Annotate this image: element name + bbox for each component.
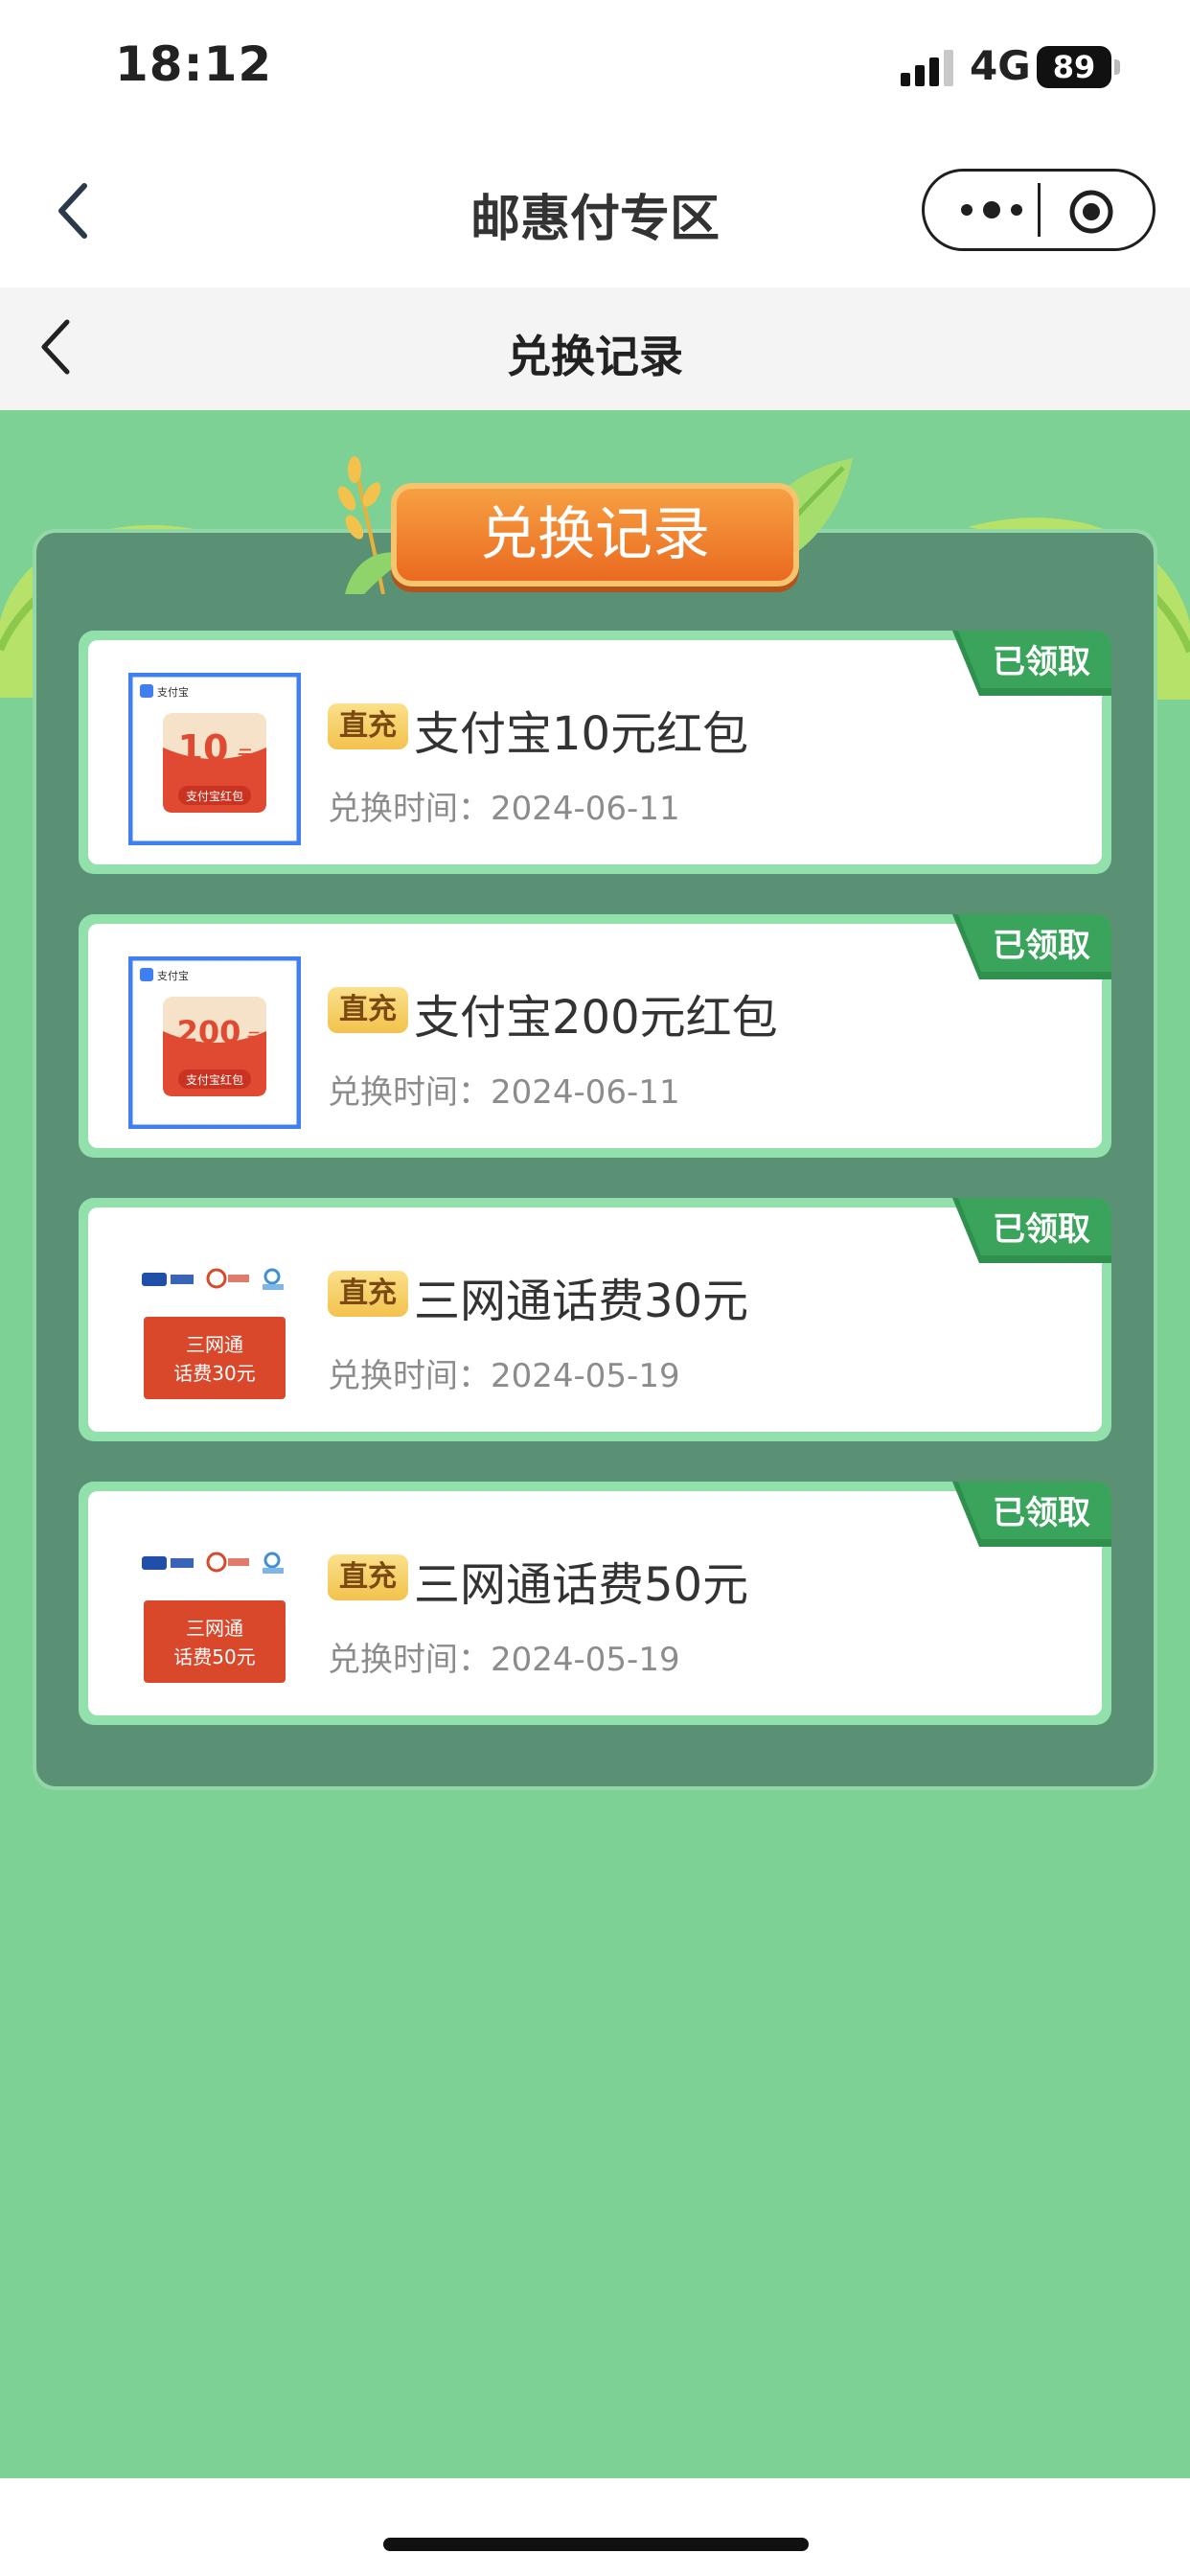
card-body: 三网通 话费50元 直充 三网通话费50元 兑换时间：2024-05-19 — [88, 1491, 1102, 1715]
capsule-divider — [1038, 183, 1041, 237]
thumb-line-1: 三网通 — [186, 1617, 243, 1640]
card-body: 支付宝 200 元 支付宝红包 直充 支付宝200元红包 兑换时间：2024-0… — [88, 924, 1102, 1148]
record-card[interactable]: 三网通 话费50元 直充 三网通话费50元 兑换时间：2024-05-19 已领… — [79, 1482, 1111, 1725]
record-time: 兑换时间：2024-05-19 — [328, 1641, 680, 1679]
card-body: 支付宝 10 元 支付宝红包 直充 支付宝10元红包 兑换时间：2024-06-… — [88, 640, 1102, 864]
page-title: 兑换记录 — [507, 331, 683, 382]
thumb-line-2: 话费50元 — [173, 1645, 255, 1668]
capsule-menu — [922, 169, 1156, 251]
status-label: 已领取 — [993, 1494, 1090, 1532]
thumb-brand: 支付宝 — [157, 685, 189, 699]
thumb-unit: 元 — [247, 1031, 261, 1046]
close-circle-icon[interactable] — [1068, 189, 1114, 235]
battery-icon: 89 — [1037, 46, 1111, 88]
battery-cap — [1114, 59, 1120, 75]
page-header: 兑换记录 — [0, 288, 1190, 410]
thumb-caption: 支付宝红包 — [186, 1072, 243, 1087]
record-time: 兑换时间：2024-06-11 — [328, 1073, 680, 1112]
status-bar: 18:12 4G 89 — [0, 0, 1190, 134]
home-indicator-area — [0, 2478, 1190, 2576]
thumb-line-1: 三网通 — [186, 1333, 243, 1356]
nav-bar: 邮惠付专区 — [0, 134, 1190, 288]
status-ribbon: 已领取 — [952, 631, 1111, 696]
status-time: 18:12 — [115, 36, 273, 92]
thumb-unit: 元 — [238, 747, 253, 765]
record-title: 三网通话费50元 — [414, 1558, 749, 1612]
status-label: 已领取 — [993, 643, 1090, 681]
record-title: 支付宝200元红包 — [414, 991, 778, 1045]
banner-title: 兑换记录 — [480, 501, 710, 568]
battery-level: 89 — [1052, 49, 1096, 85]
record-card[interactable]: 支付宝 10 元 支付宝红包 直充 支付宝10元红包 兑换时间：2024-06-… — [79, 631, 1111, 874]
thumb-amount: 10 — [178, 727, 229, 770]
more-dots-icon[interactable] — [953, 191, 1030, 229]
telecom-voucher-image: 三网通 话费30元 — [142, 1268, 286, 1399]
title-banner: 兑换记录 — [391, 483, 799, 586]
record-title: 支付宝10元红包 — [414, 707, 749, 761]
record-time: 兑换时间：2024-05-19 — [328, 1357, 680, 1395]
telecom-voucher-image: 三网通 话费50元 — [142, 1552, 286, 1683]
alipay-red-packet-image: 支付宝 10 元 支付宝红包 — [128, 673, 301, 845]
thumb-amount: 200 — [177, 1014, 241, 1050]
status-ribbon: 已领取 — [952, 914, 1111, 979]
status-ribbon: 已领取 — [952, 1198, 1111, 1263]
thumb-line-2: 话费30元 — [173, 1362, 255, 1385]
record-card[interactable]: 三网通 话费30元 直充 三网通话费30元 兑换时间：2024-05-19 已领… — [79, 1198, 1111, 1441]
alipay-red-packet-image: 支付宝 200 元 支付宝红包 — [128, 956, 301, 1129]
thumb-caption: 支付宝红包 — [186, 789, 243, 803]
status-ribbon: 已领取 — [952, 1482, 1111, 1547]
network-type: 4G — [970, 42, 1031, 89]
direct-charge-tag: 直充 — [328, 1271, 408, 1317]
thumb-brand: 支付宝 — [157, 969, 189, 982]
direct-charge-tag: 直充 — [328, 1554, 408, 1600]
home-indicator[interactable] — [383, 2538, 809, 2551]
direct-charge-tag: 直充 — [328, 987, 408, 1033]
record-card[interactable]: 支付宝 200 元 支付宝红包 直充 支付宝200元红包 兑换时间：2024-0… — [79, 914, 1111, 1158]
card-body: 三网通 话费30元 直充 三网通话费30元 兑换时间：2024-05-19 — [88, 1208, 1102, 1432]
status-label: 已领取 — [993, 927, 1090, 965]
record-time: 兑换时间：2024-06-11 — [328, 790, 680, 828]
status-label: 已领取 — [993, 1210, 1090, 1249]
record-title: 三网通话费30元 — [414, 1275, 749, 1328]
direct-charge-tag: 直充 — [328, 703, 408, 749]
cellular-signal-icon — [901, 50, 953, 86]
